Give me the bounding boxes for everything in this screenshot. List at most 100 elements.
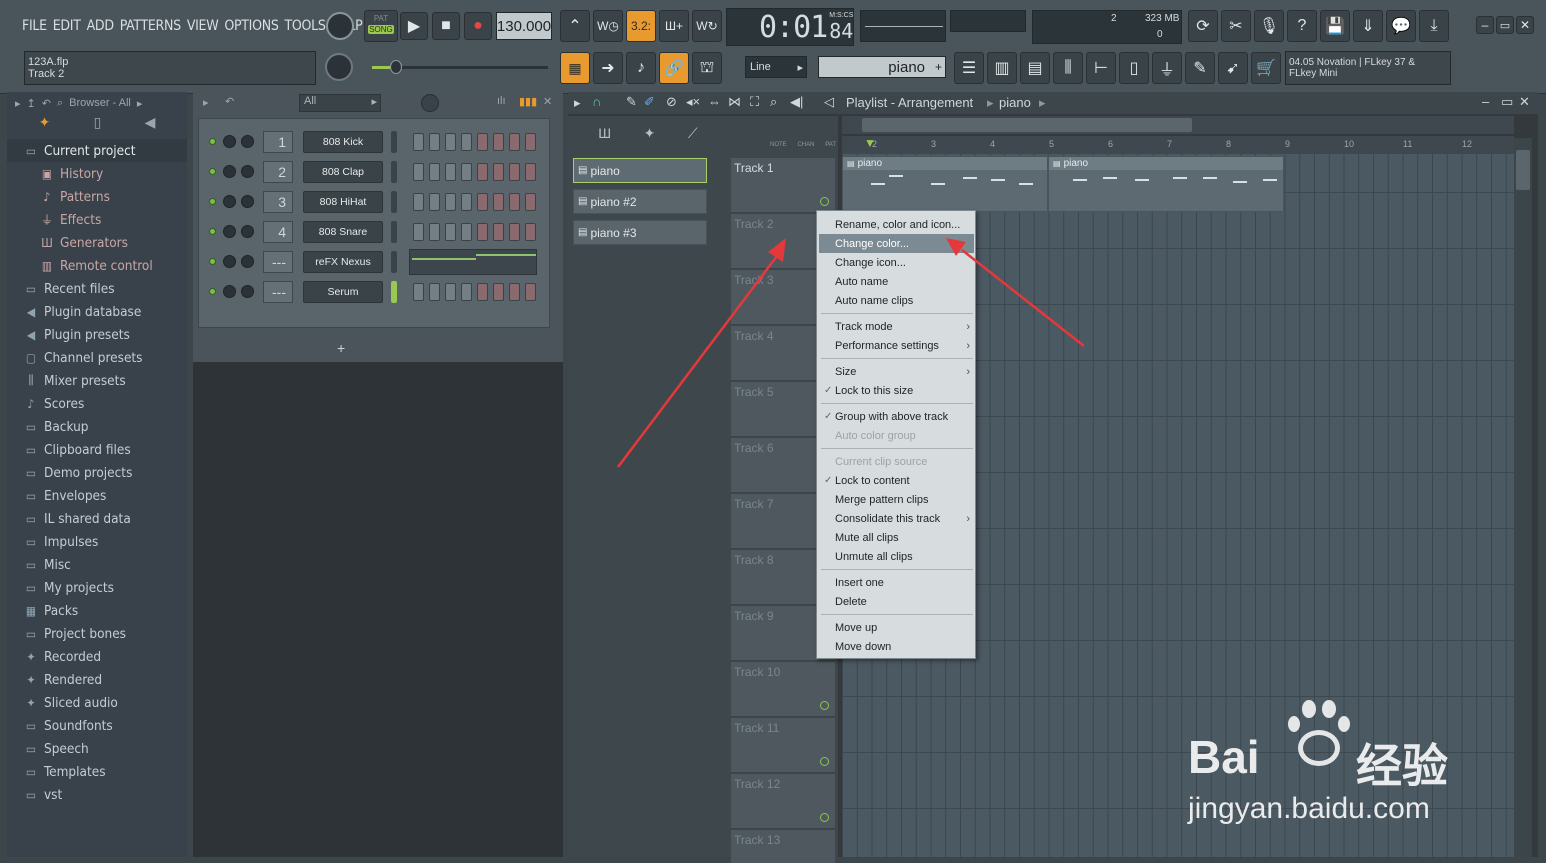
chevron-right-icon[interactable]: ▸: [15, 97, 21, 110]
menu-item-unmute-all-clips[interactable]: Unmute all clips: [819, 547, 974, 566]
channel-select[interactable]: [391, 221, 397, 243]
step-button[interactable]: [445, 163, 456, 181]
step-button[interactable]: [413, 223, 424, 241]
track-header[interactable]: Track 11: [731, 718, 835, 773]
select-tool-icon[interactable]: ⛶: [750, 94, 759, 110]
channel-led[interactable]: [209, 138, 216, 145]
stop-button[interactable]: ■: [432, 12, 460, 40]
stamp-button[interactable]: ⛫: [692, 52, 722, 84]
step-button[interactable]: [525, 193, 536, 211]
step-button[interactable]: [429, 133, 440, 151]
playhead-marker-icon[interactable]: ▼: [864, 136, 876, 150]
graph-editor-icon[interactable]: ılı: [497, 95, 506, 107]
step-button[interactable]: [429, 163, 440, 181]
track-enable-led[interactable]: [820, 197, 829, 206]
channel-volume-knob[interactable]: [241, 255, 254, 268]
channel-pan-knob[interactable]: [223, 195, 236, 208]
menu-file[interactable]: FILE: [22, 18, 47, 34]
metronome-button[interactable]: ⌃: [560, 10, 590, 42]
step-button[interactable]: [429, 223, 440, 241]
undo-history-button[interactable]: ⟳: [1188, 10, 1218, 42]
plugin-picker-button[interactable]: ▯: [1119, 52, 1149, 84]
pat-song-toggle[interactable]: PAT SONG: [364, 10, 398, 42]
browser-item-demo-projects[interactable]: ▭ Demo projects: [7, 461, 187, 484]
save-button[interactable]: 💾: [1320, 10, 1350, 42]
track-header[interactable]: Track 10: [731, 662, 835, 717]
step-button[interactable]: [413, 133, 424, 151]
channel-rack-button[interactable]: ▤: [1020, 52, 1050, 84]
channel-pan-knob[interactable]: [223, 165, 236, 178]
channel-select[interactable]: [391, 251, 397, 273]
close-button[interactable]: ✕: [1516, 16, 1534, 34]
channel-pan-knob[interactable]: [223, 285, 236, 298]
audio-icon[interactable]: ✦: [644, 125, 656, 142]
menu-item-consolidate-this-track[interactable]: Consolidate this track ›: [819, 509, 974, 528]
menu-item-change-icon[interactable]: Change icon...: [819, 253, 974, 272]
channel-mixer-track[interactable]: 2: [263, 161, 293, 183]
channel-name-button[interactable]: Serum: [303, 281, 383, 303]
step-button[interactable]: [525, 163, 536, 181]
menu-add[interactable]: ADD: [87, 18, 114, 34]
minimize-button[interactable]: –: [1476, 16, 1494, 34]
browser-item-project-bones[interactable]: ▭ Project bones: [7, 622, 187, 645]
channel-volume-knob[interactable]: [241, 195, 254, 208]
step-button[interactable]: [477, 283, 488, 301]
piano-roll-view-button[interactable]: ▥: [987, 52, 1017, 84]
menu-tools[interactable]: TOOLS: [285, 18, 326, 34]
browser-item-recorded[interactable]: ✦ Recorded: [7, 645, 187, 668]
step-button[interactable]: [477, 223, 488, 241]
step-button[interactable]: [509, 193, 520, 211]
browser-item-remote-control[interactable]: ▥ Remote control: [7, 254, 187, 277]
step-button[interactable]: [509, 283, 520, 301]
menu-item-group-with-above-track[interactable]: ✓ Group with above track: [819, 407, 974, 426]
menu-item-change-color[interactable]: Change color...: [819, 234, 974, 253]
browser-item-speech[interactable]: ▭ Speech: [7, 737, 187, 760]
swing-knob[interactable]: [421, 94, 439, 112]
browser-item-patterns[interactable]: ♪ Patterns: [7, 185, 187, 208]
file-tab-icon[interactable]: ▯: [94, 114, 102, 136]
chevron-right-icon[interactable]: ▸: [137, 97, 143, 110]
browser-item-il-shared-data[interactable]: ▭ IL shared data: [7, 507, 187, 530]
channel-mixer-track[interactable]: ---: [263, 281, 293, 303]
rack-close-icon[interactable]: ✕: [543, 95, 552, 108]
step-button[interactable]: [445, 223, 456, 241]
browser-item-my-projects[interactable]: ▭ My projects: [7, 576, 187, 599]
channel-volume-knob[interactable]: [241, 135, 254, 148]
menu-options[interactable]: OPTIONS: [224, 18, 278, 34]
step-button[interactable]: [413, 193, 424, 211]
add-channel-button[interactable]: +: [337, 340, 345, 356]
tempo-tapper-button[interactable]: ➹: [1218, 52, 1248, 84]
master-volume-slider[interactable]: [372, 60, 548, 74]
speaker-tab-icon[interactable]: ◀: [145, 114, 156, 136]
browser-item-vst[interactable]: ▭ vst: [7, 783, 187, 806]
timeline-ruler[interactable]: 2 3 4 5 6 7 8 9 10 11 12 ▼: [842, 136, 1514, 154]
countdown-button[interactable]: 3.2:: [626, 10, 656, 42]
step-button[interactable]: [477, 133, 488, 151]
track-header[interactable]: Track 13: [731, 830, 835, 863]
step-button[interactable]: [493, 133, 504, 151]
step-button[interactable]: [509, 163, 520, 181]
loop-record-button[interactable]: W↻: [692, 10, 722, 42]
browser-item-sliced-audio[interactable]: ✦ Sliced audio: [7, 691, 187, 714]
step-button[interactable]: [429, 193, 440, 211]
menu-item-track-mode[interactable]: Track mode ›: [819, 317, 974, 336]
pattern-clip[interactable]: ▤ piano: [842, 156, 1048, 212]
channel-name-button[interactable]: 808 HiHat: [303, 191, 383, 213]
step-button[interactable]: [509, 133, 520, 151]
slip-tool-icon[interactable]: ⇔: [708, 94, 721, 109]
playlist-minimize-icon[interactable]: –: [1482, 94, 1489, 109]
arrow-tool-button[interactable]: ➜: [593, 52, 623, 84]
menu-item-auto-name[interactable]: Auto name: [819, 272, 974, 291]
pattern-item[interactable]: ▤ piano: [573, 158, 707, 183]
slice-tool-icon[interactable]: ⋈: [728, 94, 741, 110]
browser-item-scores[interactable]: ♪ Scores: [7, 392, 187, 415]
step-button[interactable]: [461, 193, 472, 211]
delete-tool-icon[interactable]: ⊘: [666, 94, 677, 110]
channel-select[interactable]: [391, 281, 397, 303]
channel-led[interactable]: [209, 228, 216, 235]
step-button[interactable]: [525, 223, 536, 241]
tempo-display[interactable]: 130.000: [496, 12, 552, 40]
step-button[interactable]: [509, 223, 520, 241]
touch-controller-button[interactable]: ✎: [1185, 52, 1215, 84]
browser-item-impulses[interactable]: ▭ Impulses: [7, 530, 187, 553]
